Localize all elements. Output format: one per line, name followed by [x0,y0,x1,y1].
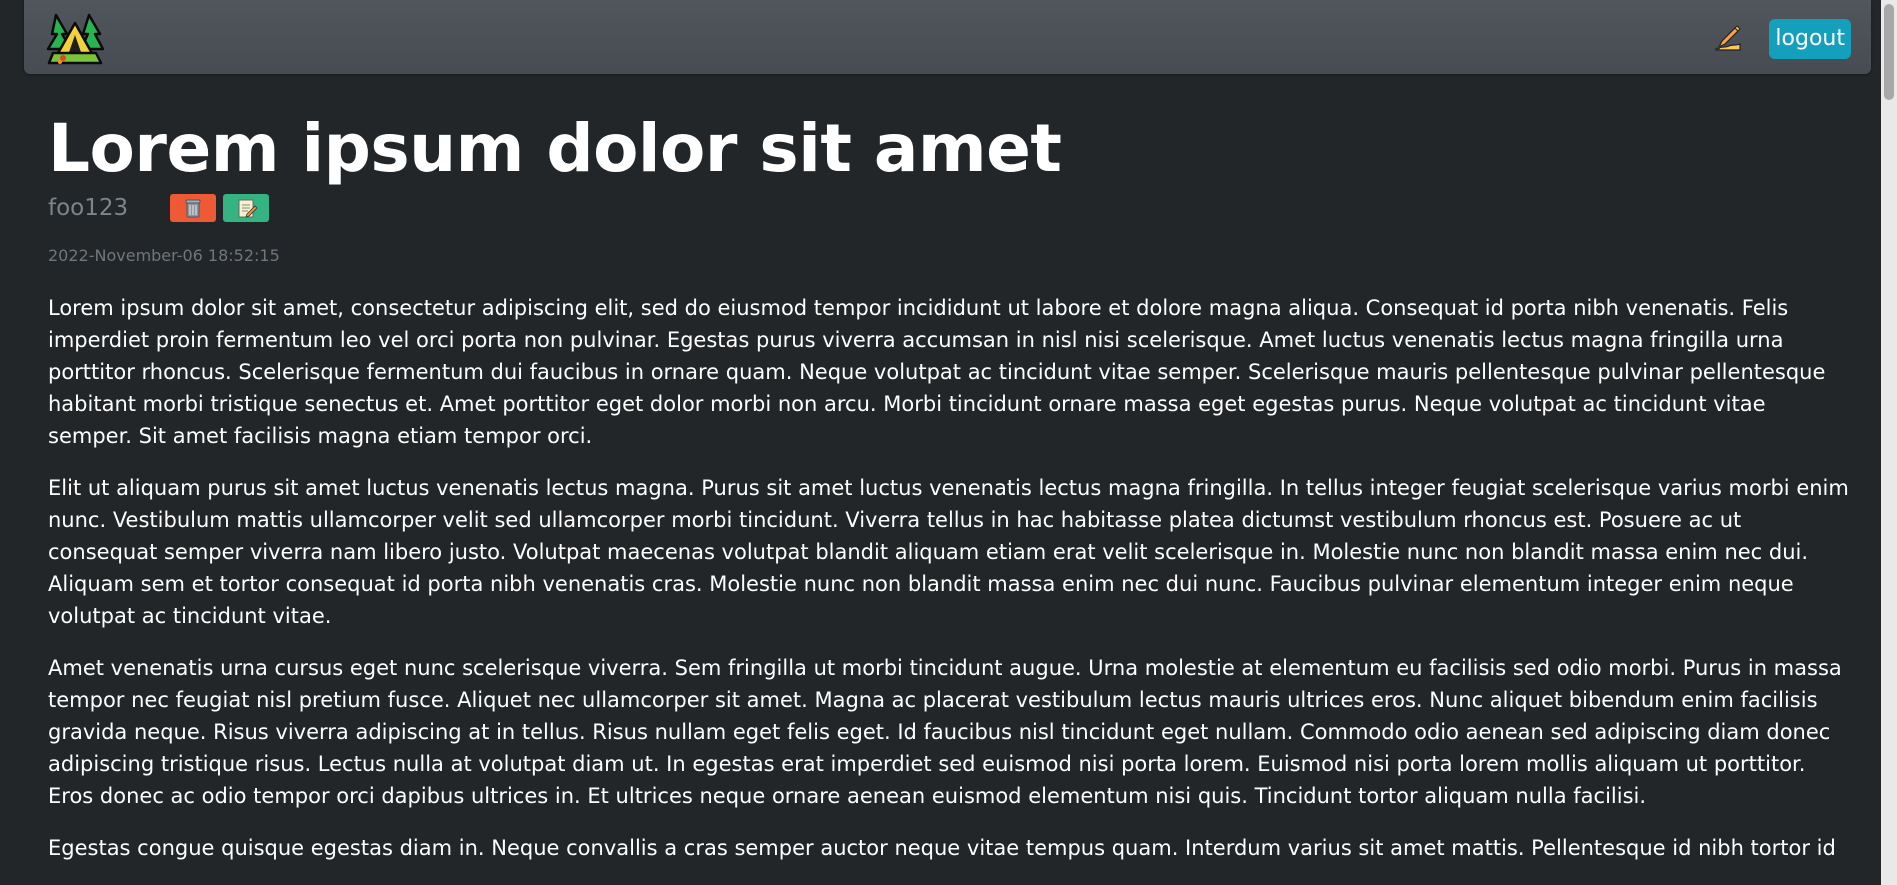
post-paragraph: Lorem ipsum dolor sit amet, consectetur … [48,296,1826,448]
browser-page: logout Lorem ipsum dolor sit amet foo123 [0,0,1897,885]
wastebasket-icon [185,199,201,218]
memo-edit-icon [238,199,257,218]
delete-post-button[interactable] [170,194,216,222]
post-paragraph: Elit ut aliquam purus sit amet luctus ve… [48,476,1849,628]
post-author: foo123 [48,195,129,221]
post-body: Lorem ipsum dolor sit amet, consectetur … [48,292,1854,864]
camping-tent-trees-logo[interactable] [46,13,104,67]
top-navbar: logout [24,0,1871,74]
post-paragraph: Egestas congue quisque egestas diam in. … [48,836,1836,860]
logout-button[interactable]: logout [1769,19,1851,59]
post-paragraph: Amet venenatis urna cursus eget nunc sce… [48,656,1842,808]
writing-hand-icon[interactable] [1713,24,1743,54]
scrollbar-thumb[interactable] [1884,4,1894,100]
edit-post-button[interactable] [223,194,269,222]
post-timestamp: 2022-November-06 18:52:15 [48,246,280,265]
post-content: Lorem ipsum dolor sit amet foo123 2022-N… [48,108,1849,884]
navbar-actions: logout [1713,19,1851,59]
post-meta-row: foo123 [48,190,1848,226]
vertical-scrollbar[interactable] [1881,0,1897,885]
post-title: Lorem ipsum dolor sit amet [48,110,1062,187]
